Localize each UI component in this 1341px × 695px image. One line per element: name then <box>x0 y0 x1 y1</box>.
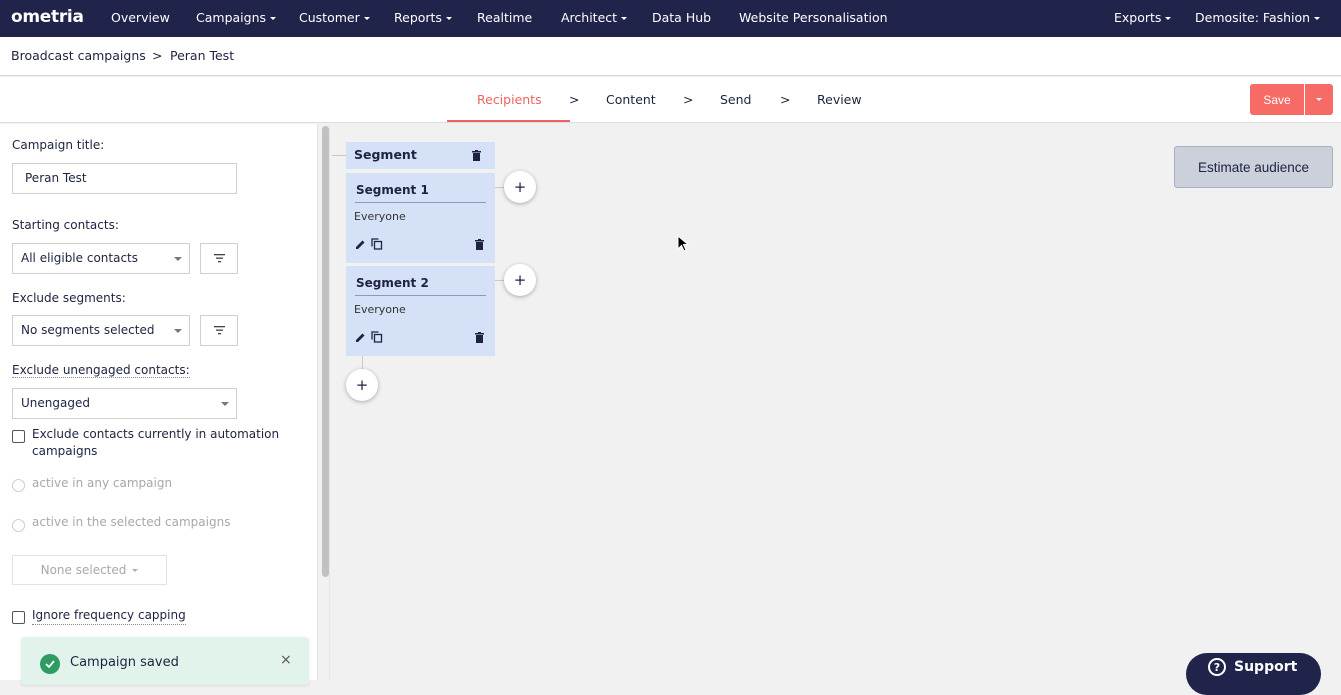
help-icon: ? <box>1208 658 1226 676</box>
nav-overview[interactable]: Overview <box>111 10 170 25</box>
check-circle-icon <box>40 654 60 674</box>
nav-website-personalisation[interactable]: Website Personalisation <box>739 10 888 25</box>
support-button[interactable]: ? Support <box>1186 653 1321 695</box>
exclude-segments-filter-button[interactable] <box>200 315 238 346</box>
nav-exports[interactable]: Exports <box>1114 10 1172 25</box>
trash-icon[interactable] <box>475 239 484 250</box>
segment-group-header: Segment <box>346 142 495 169</box>
segment-card[interactable]: Segment 2 Everyone <box>346 266 495 356</box>
chevron-down-icon <box>270 17 277 20</box>
segment-name-underline <box>355 202 486 203</box>
chevron-down-icon <box>363 17 370 20</box>
close-icon[interactable]: × <box>280 652 292 668</box>
segment-card[interactable]: Segment 1 Everyone <box>346 173 495 263</box>
nav-architect[interactable]: Architect <box>561 10 628 25</box>
campaign-settings-panel: Campaign title: Peran Test Starting cont… <box>0 124 318 680</box>
step-send[interactable]: Send <box>720 92 751 107</box>
chevron-down-icon <box>174 329 182 333</box>
starting-contacts-filter-button[interactable] <box>200 243 238 274</box>
segment-name-underline <box>355 295 486 296</box>
breadcrumb-current: Peran Test <box>170 48 235 63</box>
toast-message: Campaign saved <box>70 655 179 670</box>
nav-campaigns[interactable]: Campaigns <box>196 10 277 25</box>
add-sub-segment-button[interactable]: + <box>504 264 536 296</box>
chevron-down-icon <box>221 402 229 406</box>
support-label: Support <box>1234 659 1298 675</box>
wizard-steps-bar: Recipients > Content > Send > Review Sav… <box>0 77 1341 123</box>
starting-contacts-select[interactable]: All eligible contacts <box>12 243 190 274</box>
segment-name[interactable]: Segment 2 <box>356 276 429 290</box>
ignore-capping-checkbox[interactable] <box>12 611 25 624</box>
panel-scrollbar-thumb[interactable] <box>322 126 329 577</box>
ignore-capping-label: Ignore frequency capping <box>32 607 186 625</box>
step-separator: > <box>569 92 580 107</box>
toast-notification: Campaign saved × <box>21 637 309 685</box>
exclude-segments-label: Exclude segments: <box>12 291 126 305</box>
mouse-cursor-icon <box>677 235 689 252</box>
chevron-down-icon <box>132 568 139 572</box>
breadcrumb-separator: > <box>152 48 163 63</box>
trash-icon[interactable] <box>475 332 484 343</box>
exclude-segments-select[interactable]: No segments selected <box>12 315 190 346</box>
campaigns-multiselect-value: None selected <box>40 563 127 577</box>
nav-reports[interactable]: Reports <box>394 10 452 25</box>
breadcrumb-parent-link[interactable]: Broadcast campaigns <box>11 48 146 63</box>
copy-icon[interactable] <box>371 331 383 343</box>
starting-contacts-label: Starting contacts: <box>12 218 119 232</box>
radio-active-any[interactable] <box>12 479 25 492</box>
campaign-title-label: Campaign title: <box>12 138 105 152</box>
chevron-down-icon <box>1314 17 1321 20</box>
account-menu[interactable]: Demosite: Fashion <box>1195 10 1321 25</box>
nav-customer[interactable]: Customer <box>299 10 370 25</box>
trash-icon[interactable] <box>472 150 481 161</box>
estimate-audience-button[interactable]: Estimate audience <box>1174 146 1333 188</box>
exclude-segments-value: No segments selected <box>21 323 155 337</box>
save-options-dropdown[interactable] <box>1305 84 1333 115</box>
segment-description: Everyone <box>354 303 406 316</box>
filter-icon <box>214 326 225 335</box>
chevron-down-icon <box>174 257 182 261</box>
step-content[interactable]: Content <box>606 92 656 107</box>
segment-name[interactable]: Segment 1 <box>356 183 429 197</box>
top-nav: ometria Overview Campaigns Customer Repo… <box>0 0 1341 37</box>
add-sub-segment-button[interactable]: + <box>504 171 536 203</box>
radio-active-selected-label: active in the selected campaigns <box>32 515 231 529</box>
chevron-down-icon <box>445 17 452 20</box>
step-separator: > <box>780 92 791 107</box>
exclude-automation-checkbox[interactable] <box>12 430 25 443</box>
radio-active-selected[interactable] <box>12 519 25 532</box>
segment-description: Everyone <box>354 210 406 223</box>
starting-contacts-value: All eligible contacts <box>21 251 138 265</box>
save-button[interactable]: Save <box>1250 84 1304 115</box>
filter-icon <box>214 254 225 263</box>
active-step-indicator <box>447 120 570 122</box>
step-review[interactable]: Review <box>817 92 862 107</box>
segment-group-title: Segment <box>354 147 417 162</box>
campaign-title-input[interactable]: Peran Test <box>12 163 237 194</box>
add-segment-button[interactable]: + <box>346 369 378 401</box>
pencil-icon[interactable] <box>355 239 366 250</box>
nav-realtime[interactable]: Realtime <box>477 10 532 25</box>
chevron-down-icon <box>1165 17 1172 20</box>
chevron-down-icon <box>621 17 628 20</box>
exclude-automation-label: Exclude contacts currently in automation… <box>32 427 280 458</box>
connector-line <box>332 155 346 156</box>
pencil-icon[interactable] <box>355 332 366 343</box>
nav-data-hub[interactable]: Data Hub <box>652 10 711 25</box>
copy-icon[interactable] <box>371 238 383 250</box>
unengaged-value: Unengaged <box>21 396 90 410</box>
breadcrumb: Broadcast campaigns > Peran Test <box>0 37 1341 76</box>
chevron-down-icon <box>1316 98 1322 101</box>
unengaged-select[interactable]: Unengaged <box>12 388 237 419</box>
exclude-unengaged-label: Exclude unengaged contacts: <box>12 363 190 378</box>
campaigns-multiselect[interactable]: None selected <box>12 555 167 585</box>
step-recipients[interactable]: Recipients <box>477 92 542 107</box>
ometria-logo[interactable]: ometria <box>11 7 84 27</box>
radio-active-any-label: active in any campaign <box>32 476 173 490</box>
step-separator: > <box>683 92 694 107</box>
